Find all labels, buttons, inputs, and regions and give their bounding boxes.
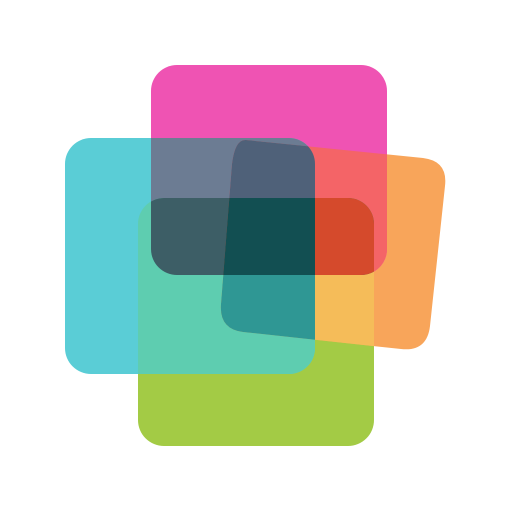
logo-canvas xyxy=(0,0,512,512)
overlapping-tiles-logo xyxy=(65,65,446,446)
